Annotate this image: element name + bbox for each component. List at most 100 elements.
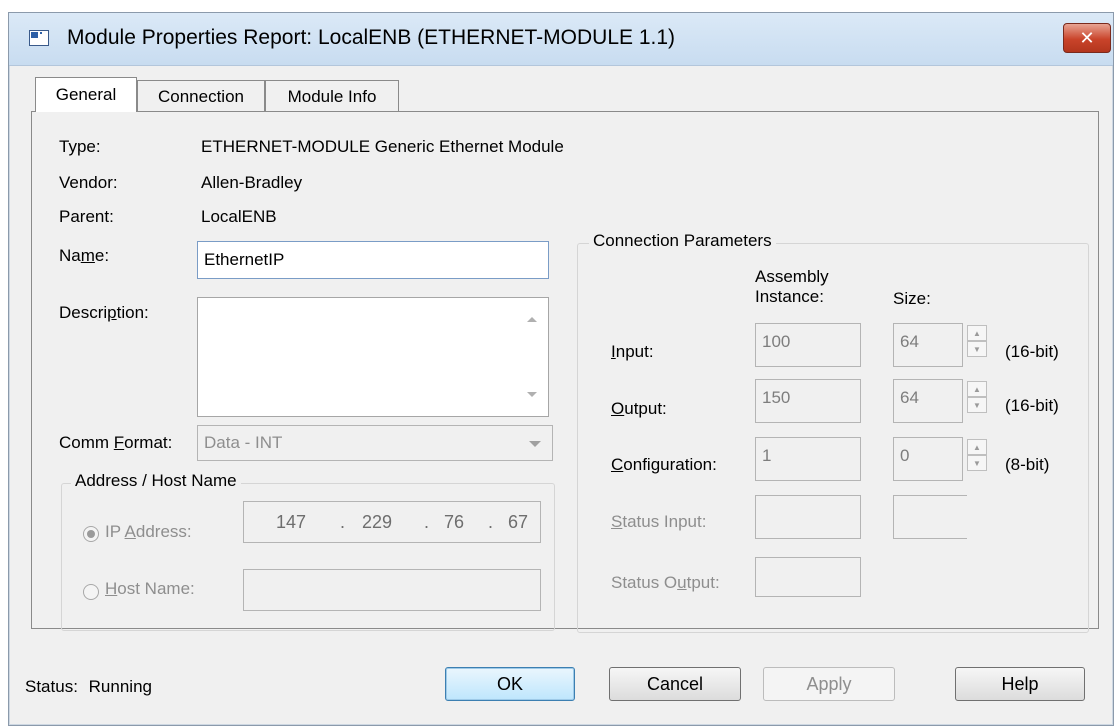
- output-label-accel: O: [611, 399, 625, 418]
- tab-module-info-label: Module Info: [287, 86, 377, 106]
- status-input-instance-field[interactable]: [755, 495, 861, 539]
- output-instance-field[interactable]: 150: [755, 379, 861, 423]
- status-input-label-accel: S: [611, 512, 623, 531]
- dialog-window: Module Properties Report: LocalENB (ETHE…: [8, 12, 1114, 726]
- configuration-label: Configuration:: [611, 455, 717, 475]
- input-size-spinner[interactable]: ▲ ▼: [967, 325, 987, 357]
- size-header: Size:: [893, 289, 931, 308]
- input-instance-value: 100: [762, 332, 791, 351]
- comm-format-select[interactable]: Data - INT: [197, 425, 553, 461]
- assembly-instance-header: Assembly Instance:: [755, 267, 829, 307]
- window-title: Module Properties Report: LocalENB (ETHE…: [67, 26, 676, 49]
- ok-button[interactable]: OK: [445, 667, 575, 701]
- output-size-value: 64: [900, 388, 919, 407]
- description-label-accel: p: [107, 303, 117, 322]
- configuration-label-rest: onfiguration:: [623, 455, 717, 474]
- name-label: Name:: [59, 246, 109, 266]
- ip-address-label-pre: IP: [105, 522, 125, 541]
- status-output-label-post: tput:: [686, 573, 720, 592]
- input-label: Input:: [611, 342, 654, 362]
- vendor-value: Allen-Bradley: [201, 173, 303, 192]
- status-output-instance-field[interactable]: [755, 557, 861, 597]
- assembly-header-line1: Assembly: [755, 267, 829, 286]
- tab-module-info[interactable]: Module Info: [265, 80, 399, 112]
- configuration-size-spinner[interactable]: ▲ ▼: [967, 439, 987, 471]
- status-label: Status:: [25, 677, 78, 696]
- tab-connection-label: Connection: [157, 86, 244, 106]
- host-name-radio[interactable]: [83, 584, 99, 600]
- spin-up-icon[interactable]: ▲: [967, 439, 987, 455]
- title-bar[interactable]: Module Properties Report: LocalENB (ETHE…: [9, 13, 1113, 66]
- name-label-pre: Na: [59, 246, 81, 265]
- name-label-accel: m: [80, 246, 95, 265]
- configuration-size-field[interactable]: 0: [893, 437, 963, 481]
- close-button[interactable]: ✕: [1063, 23, 1111, 53]
- tab-general-label: General: [55, 85, 117, 104]
- configuration-instance-field[interactable]: 1: [755, 437, 861, 481]
- output-label: Output:: [611, 399, 667, 419]
- ip-octet-3[interactable]: 76: [444, 512, 464, 533]
- status-bar: Status: Running: [25, 677, 152, 697]
- spin-down-icon[interactable]: ▼: [967, 397, 987, 413]
- ip-octet-2[interactable]: 229: [362, 512, 392, 533]
- ip-address-radio[interactable]: [83, 526, 99, 542]
- status-output-label-pre: Status O: [611, 573, 678, 592]
- output-size-spinner[interactable]: ▲ ▼: [967, 381, 987, 413]
- host-name-label: Host Name:: [105, 579, 195, 599]
- connection-parameters-title: Connection Parameters: [589, 231, 776, 251]
- description-label-pre: Descri: [59, 303, 108, 322]
- ip-octet-1[interactable]: 147: [276, 512, 306, 533]
- status-output-label: Status Output:: [611, 573, 720, 593]
- spin-up-icon[interactable]: ▲: [967, 325, 987, 341]
- input-size-field[interactable]: 64: [893, 323, 963, 367]
- configuration-label-accel: C: [611, 455, 624, 474]
- spin-up-icon[interactable]: ▲: [967, 381, 987, 397]
- configuration-size-value: 0: [900, 446, 910, 465]
- tab-general[interactable]: General: [35, 77, 137, 112]
- module-app-icon: [29, 30, 49, 46]
- output-instance-value: 150: [762, 388, 791, 407]
- status-input-size-field[interactable]: [893, 495, 967, 539]
- name-label-post: e:: [94, 246, 110, 265]
- host-name-input[interactable]: [243, 569, 541, 611]
- description-scrollbar[interactable]: [517, 299, 547, 415]
- ip-address-field[interactable]: 147 . 229 . 76 . 67: [243, 501, 541, 543]
- input-label-rest: nput:: [615, 342, 654, 361]
- input-size-value: 64: [900, 332, 919, 351]
- spin-down-icon[interactable]: ▼: [967, 341, 987, 357]
- cancel-button[interactable]: Cancel: [609, 667, 741, 701]
- name-input[interactable]: EthernetIP: [197, 241, 549, 279]
- ip-address-label-post: ddress:: [135, 522, 192, 541]
- status-output-label-accel: u: [677, 573, 687, 592]
- description-textarea[interactable]: [197, 297, 549, 417]
- host-name-label-accel: H: [105, 579, 118, 598]
- scroll-down-icon[interactable]: [526, 391, 538, 399]
- output-unit: (16-bit): [1005, 396, 1059, 415]
- status-value: Running: [88, 677, 152, 696]
- comm-format-label-post: ormat:: [124, 433, 173, 452]
- type-value: ETHERNET-MODULE Generic Ethernet Module: [201, 137, 564, 156]
- apply-button[interactable]: Apply: [763, 667, 895, 701]
- ip-dot-1: .: [340, 512, 346, 532]
- comm-format-label-pre: Comm: [59, 433, 114, 452]
- output-size-field[interactable]: 64: [893, 379, 963, 423]
- scroll-up-icon[interactable]: [526, 315, 538, 323]
- description-label-post: tion:: [116, 303, 149, 322]
- parent-label: Parent:: [59, 207, 114, 226]
- ip-octet-4[interactable]: 67: [508, 512, 528, 533]
- comm-format-value: Data - INT: [204, 433, 283, 452]
- configuration-instance-value: 1: [762, 446, 772, 465]
- help-button[interactable]: Help: [955, 667, 1085, 701]
- status-input-label: Status Input:: [611, 512, 706, 532]
- description-label: Description:: [59, 303, 149, 323]
- tab-connection[interactable]: Connection: [137, 80, 265, 112]
- ip-dot-2: .: [424, 512, 430, 532]
- assembly-header-line2: Instance:: [755, 287, 824, 306]
- input-instance-field[interactable]: 100: [755, 323, 861, 367]
- ip-dot-3: .: [488, 512, 494, 532]
- parent-value: LocalENB: [201, 207, 277, 226]
- spin-down-icon[interactable]: ▼: [967, 455, 987, 471]
- type-label: Type:: [59, 137, 101, 156]
- configuration-unit: (8-bit): [1005, 455, 1050, 474]
- comm-format-label-accel: F: [113, 433, 125, 452]
